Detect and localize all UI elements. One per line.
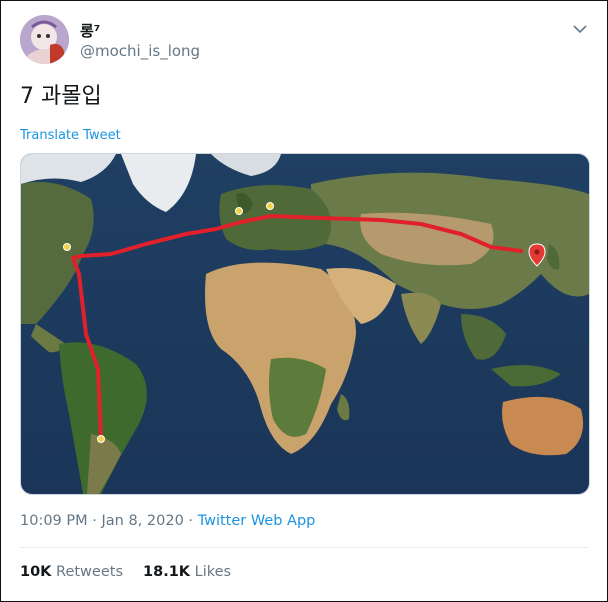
divider — [20, 547, 588, 548]
separator: · — [87, 513, 102, 529]
likes-label: Likes — [194, 564, 232, 580]
tweet-stats: 10K Retweets 18.1K Likes — [20, 564, 231, 580]
tweet-source-link[interactable]: Twitter Web App — [198, 513, 316, 529]
separator: · — [183, 513, 198, 529]
retweets-label: Retweets — [56, 564, 124, 580]
retweets-count: 10K — [20, 564, 52, 580]
tweet-card: 롱⁷ @mochi_is_long 7 과몰입 Translate Tweet — [0, 0, 608, 602]
map-pin-icon — [235, 207, 243, 215]
map-pin-icon — [266, 202, 274, 210]
chevron-down-icon[interactable] — [570, 19, 590, 39]
tweet-image-map[interactable] — [20, 153, 590, 495]
tweet-date[interactable]: Jan 8, 2020 — [101, 513, 183, 529]
map-pin-icon — [97, 435, 105, 443]
likes-count: 18.1K — [143, 564, 191, 580]
avatar[interactable] — [20, 15, 69, 64]
map-pin-icon — [63, 243, 71, 251]
world-map — [21, 154, 589, 494]
tweet-time[interactable]: 10:09 PM — [20, 513, 88, 529]
tweet-text: 7 과몰입 — [20, 84, 102, 109]
user-handle[interactable]: @mochi_is_long — [80, 42, 200, 60]
likes-stat[interactable]: 18.1K Likes — [143, 564, 231, 580]
translate-tweet-link[interactable]: Translate Tweet — [20, 128, 121, 143]
display-name[interactable]: 롱⁷ — [80, 20, 100, 41]
tweet-metadata: 10:09 PM · Jan 8, 2020 · Twitter Web App — [20, 513, 315, 529]
retweets-stat[interactable]: 10K Retweets — [20, 564, 123, 580]
